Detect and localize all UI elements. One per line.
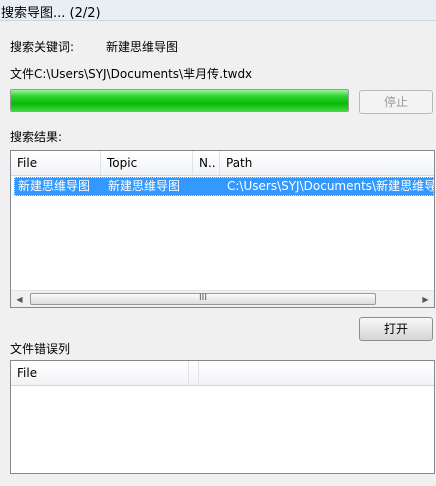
progress-bar — [10, 89, 349, 112]
column-file[interactable]: File — [11, 151, 101, 175]
error-list[interactable]: File — [10, 360, 435, 474]
file-path-label: 文件C:\Users\SYJ\Documents\芈月传.twdx — [10, 67, 253, 81]
results-list[interactable]: File Topic N.. Path 新建思维导图 新建思维导图 C:\Use… — [10, 150, 435, 308]
table-row[interactable]: 新建思维导图 新建思维导图 C:\Users\SYJ\Documents\新建思… — [14, 177, 434, 196]
scroll-thumb[interactable]: III — [30, 293, 376, 305]
results-label: 搜索结果: — [10, 130, 63, 144]
row-n-cell — [197, 178, 221, 195]
errors-label: 文件错误列 — [10, 342, 71, 356]
row-path-cell: C:\Users\SYJ\Documents\新建思维导图 — [227, 179, 435, 193]
column-n[interactable]: N.. — [193, 151, 220, 175]
column-error-file[interactable]: File — [11, 361, 189, 385]
column-path[interactable]: Path — [220, 151, 434, 175]
scroll-right-icon[interactable]: ▶ — [417, 291, 434, 307]
results-header: File Topic N.. Path — [11, 151, 434, 176]
keyword-value: 新建思维导图 — [106, 40, 179, 54]
scroll-left-icon[interactable]: ◀ — [11, 291, 28, 307]
keyword-label: 搜索关键词: — [10, 40, 75, 54]
window-title: 搜索导图... (2/2) — [1, 6, 101, 21]
row-file-cell: 新建思维导图 — [18, 179, 91, 193]
errors-header: File — [11, 361, 434, 386]
column-divider — [189, 361, 199, 385]
column-topic[interactable]: Topic — [101, 151, 193, 175]
stop-button[interactable]: 停止 — [359, 90, 433, 114]
open-button[interactable]: 打开 — [359, 317, 433, 341]
horizontal-scrollbar[interactable]: ◀ III ▶ — [11, 290, 434, 307]
progress-fill — [11, 90, 348, 111]
title-bar: 搜索导图... (2/2) — [0, 0, 436, 21]
row-topic-cell: 新建思维导图 — [108, 179, 181, 193]
